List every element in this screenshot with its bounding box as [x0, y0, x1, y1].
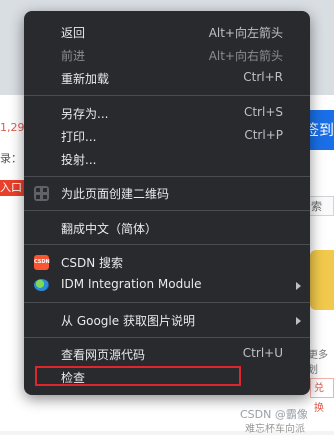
menu-item-shortcut: Ctrl+U: [242, 346, 283, 360]
menu-separator: [24, 95, 310, 96]
menu-item-label: CSDN 搜索: [61, 256, 124, 270]
menu-item-label: 查看网页源代码: [61, 348, 146, 362]
menu-item-translate[interactable]: 翻成中文（简体）: [24, 217, 310, 240]
redeem-button[interactable]: 兑换: [310, 378, 334, 414]
menu-item-shortcut: Ctrl+R: [243, 70, 283, 84]
menu-item-label: 翻成中文（简体）: [61, 222, 158, 236]
menu-item-shortcut: Ctrl+P: [244, 128, 283, 142]
menu-item-idm[interactable]: IDM Integration Module: [24, 274, 310, 297]
search-box[interactable]: 索: [308, 196, 334, 216]
record-label: 录：: [0, 152, 22, 165]
menu-item-view-source[interactable]: 查看网页源代码 Ctrl+U: [24, 343, 310, 366]
menu-item-shortcut: Ctrl+S: [243, 105, 283, 119]
menu-separator: [24, 244, 310, 245]
menu-item-label: 另存为...: [61, 107, 109, 121]
menu-item-label: 前进: [61, 49, 86, 63]
menu-separator: [24, 337, 310, 338]
menu-item-save-as[interactable]: 另存为... Ctrl+S: [24, 102, 310, 125]
menu-separator: [24, 176, 310, 177]
more-link[interactable]: 更多划: [308, 346, 334, 376]
menu-item-csdn-search[interactable]: CSDN CSDN 搜索: [24, 251, 310, 274]
side-banner[interactable]: [310, 250, 334, 310]
menu-item-shortcut: Alt+向右箭头: [208, 49, 283, 63]
menu-item-label: 投射...: [61, 153, 97, 167]
menu-item-reload[interactable]: 重新加载 Ctrl+R: [24, 67, 310, 90]
footer-text: 难忘杯车向派: [245, 424, 305, 435]
context-menu: 返回 Alt+向左箭头 前进 Alt+向右箭头 重新加载 Ctrl+R 另存为.…: [24, 11, 310, 395]
menu-separator: [24, 302, 310, 303]
inspect-highlight-box: [35, 366, 241, 386]
menu-item-google-lens[interactable]: 从 Google 获取图片说明: [24, 309, 310, 332]
menu-item-cast[interactable]: 投射...: [24, 148, 310, 171]
csdn-icon: CSDN: [34, 255, 50, 270]
submenu-arrow-icon: [296, 282, 301, 290]
menu-item-label: IDM Integration Module: [61, 277, 202, 291]
qr-code-icon: [34, 186, 49, 201]
menu-separator: [24, 210, 310, 211]
menu-item-label: 为此页面创建二维码: [61, 187, 170, 201]
menu-item-qr-code[interactable]: 为此页面创建二维码: [24, 182, 310, 205]
idm-icon: [34, 279, 49, 291]
menu-item-print[interactable]: 打印... Ctrl+P: [24, 125, 310, 148]
menu-item-label: 重新加载: [61, 72, 110, 86]
menu-item-back[interactable]: 返回 Alt+向左箭头: [24, 21, 310, 44]
submenu-arrow-icon: [296, 317, 301, 325]
menu-item-forward[interactable]: 前进 Alt+向右箭头: [24, 44, 310, 67]
entry-badge[interactable]: 入口: [0, 180, 24, 196]
menu-item-label: 从 Google 获取图片说明: [61, 314, 195, 328]
menu-item-label: 返回: [61, 26, 86, 40]
menu-item-label: 打印...: [61, 130, 97, 144]
menu-item-shortcut: Alt+向左箭头: [208, 26, 283, 40]
